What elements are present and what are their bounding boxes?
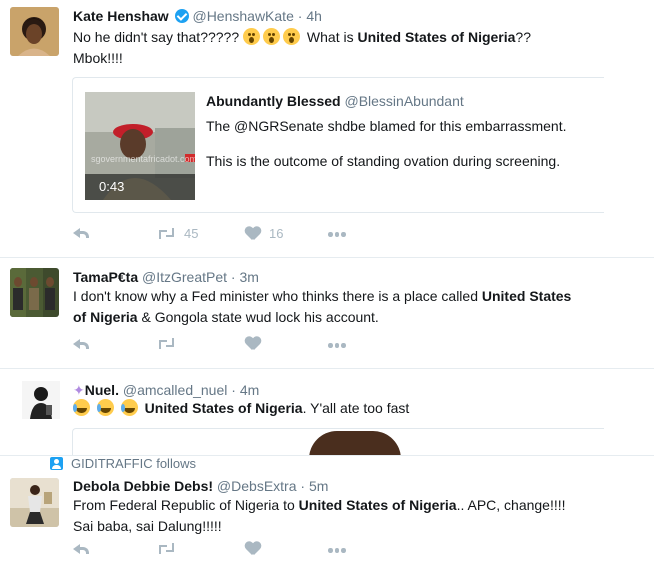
display-name[interactable]: Debola Debbie Debs! <box>73 478 213 494</box>
tweet-text-part: & Gongola state wud lock his account. <box>137 309 379 325</box>
tweet-header: Kate Henshaw @HenshawKate · 4h <box>73 7 322 25</box>
reply-button[interactable] <box>73 337 89 349</box>
retweet-icon <box>157 337 176 350</box>
tweet-text-part: ?? <box>515 29 531 45</box>
retweet-button[interactable] <box>157 337 176 350</box>
tweet-actions: 45 16 <box>73 226 373 246</box>
handle[interactable]: @HenshawKate <box>192 8 293 24</box>
more-dots-icon <box>328 548 346 553</box>
dot-separator: · <box>230 269 236 285</box>
media-preview[interactable] <box>72 428 604 456</box>
quoted-tweet-text: The @NGRSenate shdbe blamed for this emb… <box>206 116 601 172</box>
tweet-text: No he didn't say that????? What is Unite… <box>73 27 613 69</box>
quoted-display-name[interactable]: Abundantly Blessed <box>206 93 341 109</box>
tweet-text-part: Mbok!!!! <box>73 50 123 66</box>
divider <box>0 257 654 258</box>
handle[interactable]: @DebsExtra <box>217 478 297 494</box>
tweet-text: I don't know why a Fed minister who thin… <box>73 286 613 328</box>
heart-icon <box>245 227 261 241</box>
tweet-text-part: .. APC, change!!!! <box>456 497 566 513</box>
person-follow-icon <box>50 457 63 470</box>
video-watermark: sgovernmentafricadot.com <box>91 154 195 164</box>
reply-icon <box>73 542 89 554</box>
video-thumbnail[interactable]: sgovernmentafricadot.com 0:43 <box>85 92 195 200</box>
highlighted-term: United States <box>481 288 572 304</box>
astonished-face-emoji-icon <box>243 28 261 45</box>
avatar[interactable] <box>10 478 59 527</box>
more-button[interactable] <box>328 548 346 553</box>
more-button[interactable] <box>328 232 346 237</box>
avatar[interactable] <box>10 7 59 56</box>
astonished-face-emoji-icon <box>263 28 281 45</box>
reply-icon <box>73 337 89 349</box>
avatar[interactable] <box>10 268 59 317</box>
display-name[interactable]: Kate Henshaw <box>73 8 169 24</box>
tweet-text: From Federal Republic of Nigeria to Unit… <box>73 495 613 537</box>
display-name[interactable]: Nuel. <box>85 382 119 398</box>
retweet-button[interactable] <box>157 542 176 555</box>
timestamp[interactable]: 4m <box>240 382 259 398</box>
avatar[interactable] <box>22 381 60 419</box>
quoted-text-line: The @NGRSenate shdbe blamed for this emb… <box>206 118 567 134</box>
retweet-icon <box>157 227 176 240</box>
more-dots-icon <box>328 232 346 237</box>
tweet-header: TamaP€ta @ItzGreatPet · 3m <box>73 268 259 286</box>
tears-of-joy-emoji-icon <box>73 399 90 416</box>
dot-separator: · <box>300 478 306 494</box>
timestamp[interactable]: 5m <box>309 478 328 494</box>
quoted-handle[interactable]: @BlessinAbundant <box>344 93 463 109</box>
heart-icon <box>245 542 261 556</box>
tweet-header: Debola Debbie Debs! @DebsExtra · 5m <box>73 477 328 495</box>
tears-of-joy-emoji-icon <box>96 399 114 416</box>
timestamp[interactable]: 4h <box>306 8 322 24</box>
sparkles-icon: ✦ <box>73 382 85 398</box>
handle[interactable]: @ItzGreatPet <box>142 269 227 285</box>
like-count: 16 <box>269 226 284 241</box>
tweet-text-part: From Federal Republic of Nigeria to <box>73 497 299 513</box>
timestamp[interactable]: 3m <box>239 269 258 285</box>
tweet-actions <box>73 542 373 562</box>
reply-button[interactable] <box>73 226 89 238</box>
heart-icon <box>245 337 261 351</box>
dot-separator: · <box>297 8 303 24</box>
tweet-text-part: What is <box>306 29 358 45</box>
quoted-tweet[interactable]: sgovernmentafricadot.com 0:43 Abundantly… <box>72 77 604 213</box>
tweet-text: United States of Nigeria. Y'all ate too … <box>73 398 613 419</box>
highlighted-term: United States of Nigeria <box>298 497 457 513</box>
astonished-face-emoji-icon <box>283 28 301 45</box>
highlighted-term: of Nigeria <box>73 309 138 325</box>
tweet-text-part: . Y'all ate too fast <box>302 400 410 416</box>
tears-of-joy-emoji-icon <box>120 399 138 416</box>
verified-badge-icon <box>174 9 189 23</box>
more-button[interactable] <box>328 343 346 348</box>
media-preview-image <box>309 431 401 456</box>
like-button[interactable] <box>245 337 261 351</box>
divider <box>0 368 654 369</box>
reply-icon <box>73 226 89 238</box>
video-duration: 0:43 <box>99 179 125 194</box>
reply-button[interactable] <box>73 542 89 554</box>
highlighted-term: United States of Nigeria <box>144 400 303 416</box>
tweet-header: ✦Nuel. @amcalled_nuel · 4m <box>73 381 259 399</box>
highlighted-term: United States of Nigeria <box>357 29 516 45</box>
retweet-count: 45 <box>184 226 199 241</box>
handle[interactable]: @amcalled_nuel <box>123 382 228 398</box>
tweet-text-part: I don't know why a Fed minister who thin… <box>73 288 482 304</box>
retweet-button[interactable]: 45 <box>157 226 198 241</box>
dot-separator: · <box>231 382 236 398</box>
more-dots-icon <box>328 343 346 348</box>
quoted-text-line: This is the outcome of standing ovation … <box>206 153 561 169</box>
tweet-actions <box>73 337 373 357</box>
like-button[interactable]: 16 <box>245 226 283 241</box>
follows-label[interactable]: GIDITRAFFIC follows <box>71 456 196 471</box>
follows-context: GIDITRAFFIC follows <box>50 456 196 471</box>
quoted-tweet-header: Abundantly Blessed @BlessinAbundant <box>206 92 464 110</box>
display-name[interactable]: TamaP€ta <box>73 269 138 285</box>
retweet-icon <box>157 542 176 555</box>
like-button[interactable] <box>245 542 261 556</box>
tweet-text-part: Sai baba, sai Dalung!!!!! <box>73 518 222 534</box>
tweet-text-part: No he didn't say that????? <box>73 29 240 45</box>
